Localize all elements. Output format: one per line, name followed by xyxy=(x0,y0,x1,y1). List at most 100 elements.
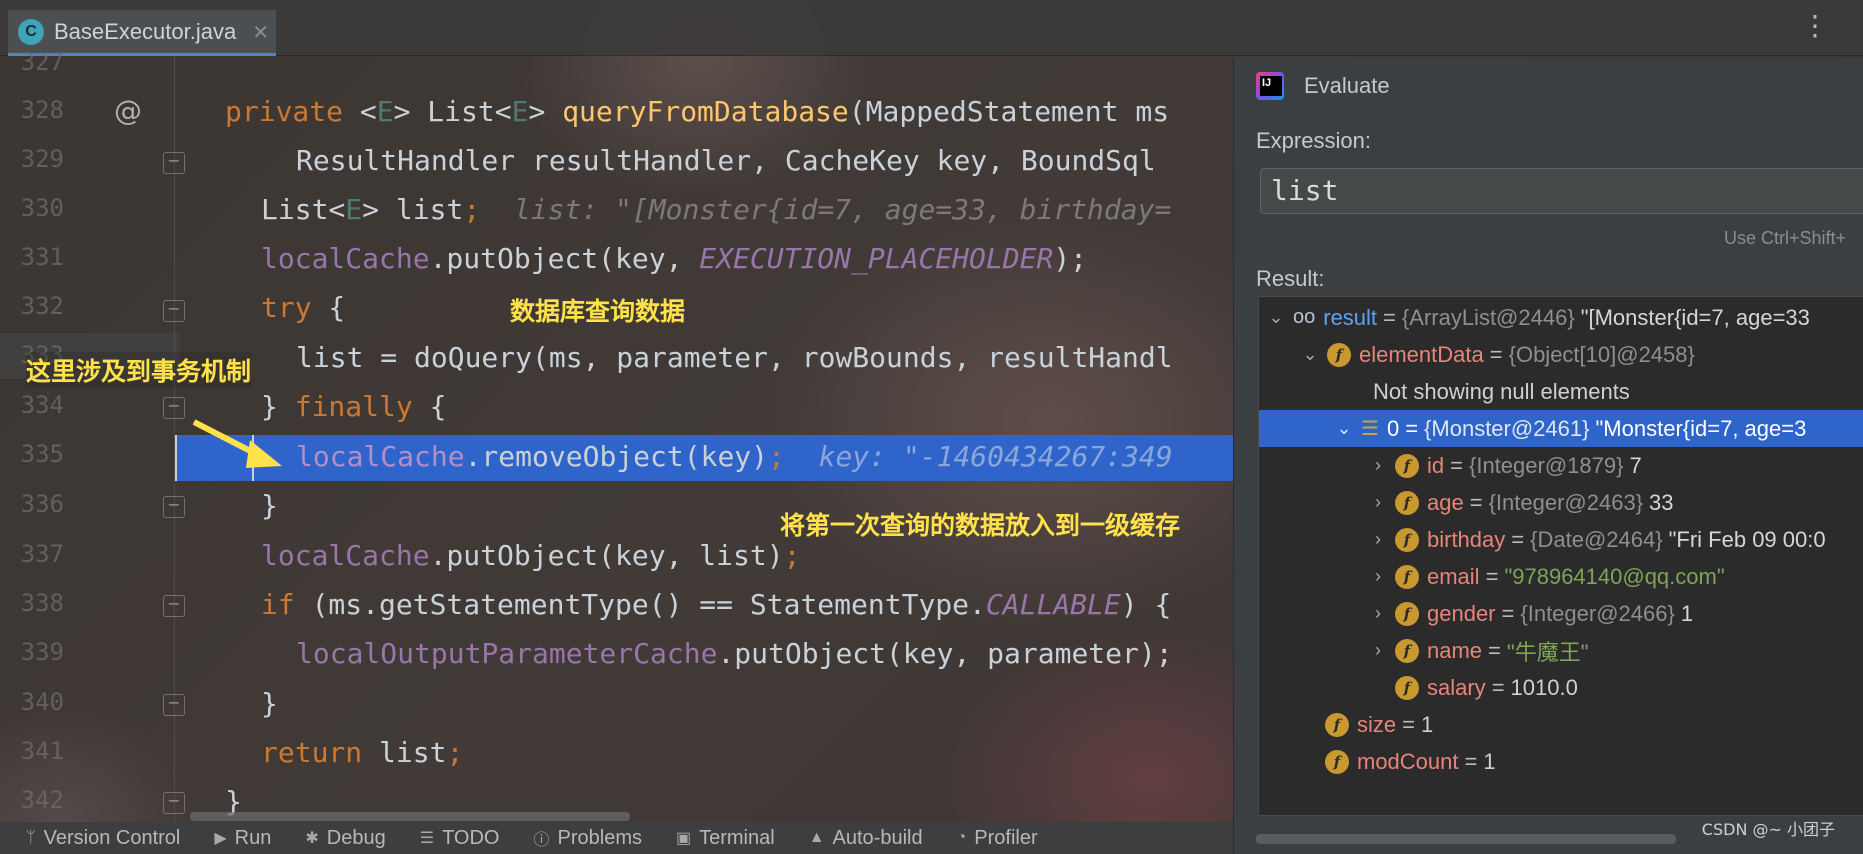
result-horizontal-scrollbar[interactable] xyxy=(1256,834,1676,844)
chevron-down-icon[interactable]: ⌄ xyxy=(1299,344,1321,365)
chevron-down-icon[interactable]: ⌄ xyxy=(1265,307,1287,328)
fold-toggle-icon[interactable]: − xyxy=(163,595,185,617)
line-number: 330 xyxy=(20,194,64,222)
tree-node-note: Not showing null elements xyxy=(1373,378,1630,404)
tree-node-name[interactable]: › f name = "牛魔王" xyxy=(1259,632,1863,669)
tree-node-id[interactable]: › f id = {Integer@1879} 7 xyxy=(1259,447,1863,484)
code-line-332[interactable]: try { xyxy=(261,286,345,330)
chevron-right-icon[interactable]: › xyxy=(1367,640,1389,661)
code-line-337[interactable]: localCache.putObject(key, list); xyxy=(261,534,800,578)
chevron-right-icon[interactable]: › xyxy=(1367,603,1389,624)
field-icon: f xyxy=(1395,564,1419,589)
info-icon: ⓘ xyxy=(533,832,550,849)
tree-node-result[interactable]: ⌄ oo result = {ArrayList@2446} "[Monster… xyxy=(1259,299,1863,336)
watch-glasses-icon: oo xyxy=(1293,306,1316,328)
more-options-icon[interactable]: ⋮ xyxy=(1801,12,1829,40)
fold-toggle-icon[interactable]: − xyxy=(163,694,185,716)
code-line-339[interactable]: localOutputParameterCache.putObject(key,… xyxy=(296,632,1173,676)
expression-input[interactable]: list xyxy=(1260,168,1863,214)
tool-debug[interactable]: ✱ Debug xyxy=(305,827,385,850)
watermark: CSDN @~ 小团子 xyxy=(1701,820,1835,839)
fold-toggle-icon[interactable]: − xyxy=(163,300,185,322)
line-number: 332 xyxy=(20,292,64,320)
line-number: 338 xyxy=(20,589,64,617)
tool-problems[interactable]: ⓘ Problems xyxy=(533,826,642,850)
tree-node-size[interactable]: f size = 1 xyxy=(1259,706,1863,743)
warning-icon: ▲ xyxy=(808,829,825,846)
code-line-338[interactable]: if (ms.getStatementType() == StatementTy… xyxy=(261,583,1171,627)
close-icon[interactable]: ✕ xyxy=(252,20,269,44)
annotation-first-level-cache: 将第一次查询的数据放入到一级缓存 xyxy=(780,511,1181,540)
code-line-329[interactable]: ResultHandler resultHandler, CacheKey ke… xyxy=(296,139,1156,183)
annotation-transaction: 这里涉及到事务机制 xyxy=(26,352,252,388)
annotation-db-query: 数据库查询数据 xyxy=(510,297,686,326)
line-number: 327 xyxy=(20,48,64,76)
line-number: 335 xyxy=(20,440,64,468)
field-icon: f xyxy=(1325,712,1349,737)
code-line-340[interactable]: } xyxy=(261,682,278,726)
line-number: 331 xyxy=(20,243,64,271)
tree-node-birthday[interactable]: › f birthday = {Date@2464} "Fri Feb 09 0… xyxy=(1259,521,1863,558)
array-element-icon: ☰ xyxy=(1361,418,1379,440)
fold-toggle-icon[interactable]: − xyxy=(163,792,185,814)
line-number: 337 xyxy=(20,540,64,568)
tool-profiler[interactable]: ◔ Profiler xyxy=(957,827,1038,850)
chevron-down-icon[interactable]: ⌄ xyxy=(1333,418,1355,439)
fold-toggle-icon[interactable]: − xyxy=(163,496,185,518)
gauge-icon: ◔ xyxy=(956,829,967,846)
tree-node-gender[interactable]: › f gender = {Integer@2466} 1 xyxy=(1259,595,1863,632)
play-icon: ▶ xyxy=(214,830,227,847)
line-number: 340 xyxy=(20,688,64,716)
line-number: 328 xyxy=(20,96,64,124)
line-number: 329 xyxy=(20,145,64,173)
field-icon: f xyxy=(1395,638,1419,663)
evaluate-title-bar[interactable]: Evaluate xyxy=(1256,72,1390,100)
expression-label: Expression: xyxy=(1256,128,1371,153)
indent-guide xyxy=(175,435,177,481)
line-number: 342 xyxy=(20,786,64,814)
branch-icon: ᛘ xyxy=(26,829,36,846)
field-icon: f xyxy=(1325,749,1349,774)
tree-node-item0[interactable]: ⌄ ☰ 0 = {Monster@2461} "Monster{id=7, ag… xyxy=(1259,410,1863,447)
editor-horizontal-scrollbar[interactable] xyxy=(190,812,630,821)
fold-toggle-icon[interactable]: − xyxy=(163,397,185,419)
inline-debug-hint: list: "[Monster{id=7, age=33, birthday= xyxy=(513,193,1172,226)
line-number: 339 xyxy=(20,638,64,666)
tree-node-salary[interactable]: f salary = 1010.0 xyxy=(1259,669,1863,706)
chevron-right-icon[interactable]: › xyxy=(1367,566,1389,587)
tool-auto-build[interactable]: ▲ Auto-build xyxy=(809,827,923,850)
code-line-330[interactable]: List<E> list; list: "[Monster{id=7, age=… xyxy=(261,188,1171,232)
chevron-right-icon[interactable]: › xyxy=(1367,455,1389,476)
tree-node-email[interactable]: › f email = "978964140@qq.com" xyxy=(1259,558,1863,595)
field-icon: f xyxy=(1327,342,1351,367)
field-icon: f xyxy=(1395,527,1419,552)
fold-toggle-icon[interactable]: − xyxy=(163,152,185,174)
tool-terminal[interactable]: ▣ Terminal xyxy=(676,827,775,850)
chevron-right-icon[interactable]: › xyxy=(1367,529,1389,550)
chevron-right-icon[interactable]: › xyxy=(1367,492,1389,513)
code-line-336[interactable]: } xyxy=(261,484,278,528)
result-tree[interactable]: ⌄ oo result = {ArrayList@2446} "[Monster… xyxy=(1258,296,1863,816)
shortcut-hint: Use Ctrl+Shift+ xyxy=(1724,228,1847,248)
code-line-335[interactable]: localCache.removeObject(key); key: "-146… xyxy=(296,435,1173,479)
editor-tab-bar: C BaseExecutor.java ✕ ⋮ xyxy=(0,0,1863,56)
arrow-icon xyxy=(192,419,282,468)
tree-node-age[interactable]: › f age = {Integer@2463} 33 xyxy=(1259,484,1863,521)
code-line-333[interactable]: list = doQuery(ms, parameter, rowBounds,… xyxy=(296,336,1173,380)
code-line-328[interactable]: private <E> List<E> queryFromDatabase(Ma… xyxy=(225,90,1169,134)
tool-todo[interactable]: ☰ TODO xyxy=(420,827,500,850)
tool-run[interactable]: ▶ Run xyxy=(214,827,271,850)
field-icon: f xyxy=(1395,453,1419,478)
line-number: 334 xyxy=(20,391,64,419)
tool-version-control[interactable]: ᛘ Version Control xyxy=(26,827,180,850)
line-number: 341 xyxy=(20,737,64,765)
tree-node-modcount[interactable]: f modCount = 1 xyxy=(1259,743,1863,780)
tree-node-elementdata[interactable]: ⌄ f elementData = {Object[10]@2458} xyxy=(1259,336,1863,373)
override-icon[interactable]: @ xyxy=(114,94,142,127)
tool-window-bar: ᛘ Version Control ▶ Run ✱ Debug ☰ TODO ⓘ Prob… xyxy=(0,822,1233,854)
code-line-331[interactable]: localCache.putObject(key, EXECUTION_PLAC… xyxy=(261,237,1087,281)
code-line-341[interactable]: return list; xyxy=(261,731,463,775)
inline-debug-hint: key: "-1460434267:349 xyxy=(818,440,1173,473)
line-number: 336 xyxy=(20,490,64,518)
bug-icon: ✱ xyxy=(305,830,319,847)
